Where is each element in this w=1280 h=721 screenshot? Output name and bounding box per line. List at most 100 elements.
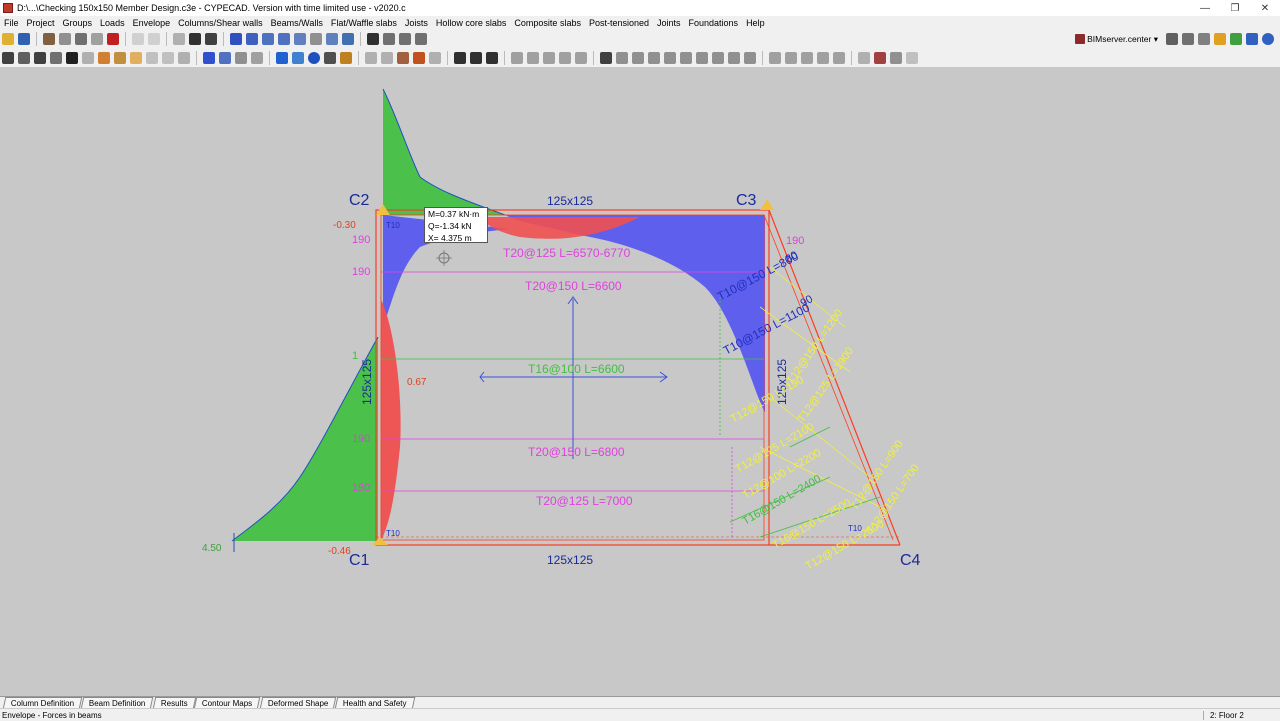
menu-envelope[interactable]: Envelope (129, 18, 175, 28)
zoom-window-icon[interactable] (230, 33, 242, 45)
close-button[interactable]: ✕ (1250, 3, 1280, 14)
mirror-icon[interactable] (632, 51, 644, 64)
detail-icon[interactable] (486, 51, 498, 64)
undo-icon[interactable] (132, 33, 144, 45)
stretch-icon[interactable] (664, 51, 676, 64)
menu-groups[interactable]: Groups (59, 18, 97, 28)
save-view-icon[interactable] (890, 51, 902, 64)
menu-composite-slabs[interactable]: Composite slabs (510, 18, 585, 28)
envelope-icon[interactable] (251, 51, 263, 64)
elevation-icon[interactable] (470, 51, 482, 64)
layer-icon[interactable] (381, 51, 393, 64)
menu-joints[interactable]: Joints (653, 18, 685, 28)
menu-foundations[interactable]: Foundations (685, 18, 743, 28)
eye-icon[interactable] (858, 51, 870, 64)
open-icon[interactable] (2, 33, 14, 45)
lock-icon[interactable] (66, 51, 78, 64)
beam-icon[interactable] (114, 51, 126, 64)
align-icon[interactable] (511, 51, 523, 64)
grid-icon[interactable] (399, 33, 411, 45)
column-icon[interactable] (98, 51, 110, 64)
update-icon[interactable] (1246, 33, 1258, 45)
diagram-icon[interactable] (235, 51, 247, 64)
bimserver-dropdown[interactable]: BIMserver.center ▾ (1075, 33, 1280, 45)
check-icon[interactable] (324, 51, 336, 64)
floor-select-icon[interactable] (189, 33, 201, 45)
minimize-button[interactable]: — (1190, 3, 1220, 14)
menu-file[interactable]: File (0, 18, 23, 28)
list-icon[interactable] (785, 51, 797, 64)
join-icon[interactable] (728, 51, 740, 64)
table-icon[interactable] (769, 51, 781, 64)
menu-joists[interactable]: Joists (401, 18, 432, 28)
zoom-in-icon[interactable] (262, 33, 274, 45)
print-preview-icon[interactable] (91, 33, 103, 45)
rotate-icon[interactable] (616, 51, 628, 64)
structural-drawing[interactable]: C2 C3 C1 C4 125x125 125x125 125x125 125x… (0, 67, 1280, 696)
import-icon[interactable] (1230, 33, 1242, 45)
select-icon[interactable] (203, 51, 215, 64)
menu-loads[interactable]: Loads (96, 18, 129, 28)
light-icon[interactable] (82, 51, 94, 64)
view-3d-icon[interactable] (342, 33, 354, 45)
align-icon[interactable] (559, 51, 571, 64)
break-icon[interactable] (744, 51, 756, 64)
erase-icon[interactable] (59, 33, 71, 45)
ortho-icon[interactable] (383, 33, 395, 45)
move-icon[interactable] (600, 51, 612, 64)
block-icon[interactable] (178, 51, 190, 64)
zoom-previous-icon[interactable] (326, 33, 338, 45)
dimension-icon[interactable] (18, 51, 30, 64)
edit-icon[interactable] (43, 33, 55, 45)
settings-icon[interactable] (1166, 33, 1178, 45)
menu-help[interactable]: Help (742, 18, 769, 28)
menu-project[interactable]: Project (23, 18, 59, 28)
zoom-out-icon[interactable] (294, 33, 306, 45)
share-icon[interactable] (1198, 33, 1210, 45)
rebar-edit-icon[interactable] (413, 51, 425, 64)
extend-icon[interactable] (712, 51, 724, 64)
offset-icon[interactable] (680, 51, 692, 64)
bars-icon[interactable] (397, 51, 409, 64)
slab-icon[interactable] (130, 51, 142, 64)
menu-hollow-core-slabs[interactable]: Hollow core slabs (432, 18, 511, 28)
drawing-icon[interactable] (817, 51, 829, 64)
restore-button[interactable]: ❐ (1220, 3, 1250, 14)
align-icon[interactable] (527, 51, 539, 64)
export-icon[interactable] (1214, 33, 1226, 45)
reinforcement-icon[interactable] (276, 51, 288, 64)
foundation-icon[interactable] (146, 51, 158, 64)
copy-icon[interactable] (429, 51, 441, 64)
export-dxf-icon[interactable] (833, 51, 845, 64)
forces-icon[interactable] (219, 51, 231, 64)
wall-icon[interactable] (162, 51, 174, 64)
align-icon[interactable] (543, 51, 555, 64)
group-icon[interactable] (365, 51, 377, 64)
zoom-all-icon[interactable] (246, 33, 258, 45)
menu-beams-walls[interactable]: Beams/Walls (267, 18, 327, 28)
info-panel-icon[interactable] (906, 51, 918, 64)
menu-post-tensioned[interactable]: Post-tensioned (585, 18, 653, 28)
results-tool-icon[interactable] (2, 51, 14, 64)
info-icon[interactable] (308, 51, 320, 64)
drawing-area[interactable]: C2 C3 C1 C4 125x125 125x125 125x125 125x… (0, 67, 1280, 696)
align-icon[interactable] (575, 51, 587, 64)
redo-icon[interactable] (148, 33, 160, 45)
plan-icon[interactable] (454, 51, 466, 64)
save-icon[interactable] (18, 33, 30, 45)
trim-icon[interactable] (696, 51, 708, 64)
zoom-refresh-icon[interactable] (278, 33, 290, 45)
stirrup-icon[interactable] (292, 51, 304, 64)
pencil-icon[interactable] (50, 51, 62, 64)
warning-icon[interactable] (340, 51, 352, 64)
chevron-down-icon[interactable] (205, 33, 217, 45)
help-icon[interactable] (1262, 33, 1274, 45)
floor-up-icon[interactable] (173, 33, 185, 45)
magnet-icon[interactable] (107, 33, 119, 45)
pan-icon[interactable] (310, 33, 322, 45)
report-icon[interactable] (801, 51, 813, 64)
section-icon[interactable] (34, 51, 46, 64)
fire-icon[interactable] (874, 51, 886, 64)
snap-icon[interactable] (367, 33, 379, 45)
print-icon[interactable] (75, 33, 87, 45)
